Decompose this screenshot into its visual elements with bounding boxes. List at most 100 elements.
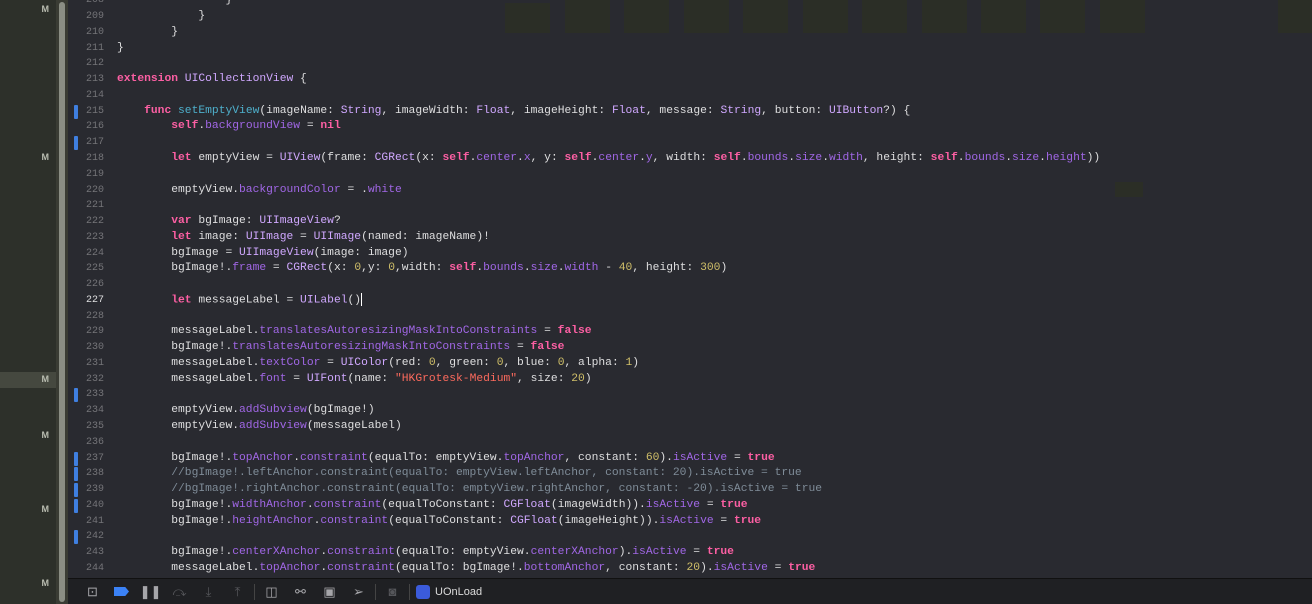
code-line[interactable]: 238 //bgImage!.leftAnchor.constraint(equ…	[68, 466, 1312, 482]
code-line[interactable]: 229 messageLabel.translatesAutoresizingM…	[68, 324, 1312, 340]
breakpoints-toggle-icon[interactable]	[107, 582, 136, 602]
code-line[interactable]: 214	[68, 88, 1312, 104]
property: topAnchor	[232, 451, 294, 464]
line-number: 223	[85, 231, 104, 243]
code-line[interactable]: 216 self.backgroundView = nil	[68, 119, 1312, 135]
property: translatesAutoresizingMaskIntoConstraint…	[232, 341, 511, 354]
keyword: let	[171, 294, 192, 307]
nav-row[interactable]: M	[0, 428, 56, 444]
code-line[interactable]: 237 bgImage!.topAnchor.constraint(equalT…	[68, 451, 1312, 467]
file-navigator: M M M M M M	[0, 0, 56, 604]
code-line[interactable]: 218 let emptyView = UIView(frame: CGRect…	[68, 151, 1312, 167]
line-number: 229	[85, 326, 104, 338]
type-name: UIButton	[828, 104, 884, 117]
code-line[interactable]: 235 emptyView.addSubview(messageLabel)	[68, 419, 1312, 435]
nav-row-selected[interactable]: M	[0, 372, 56, 388]
hide-debug-area-icon[interactable]: ⊡	[78, 582, 107, 602]
line-number: 217	[85, 137, 104, 149]
divider	[375, 583, 376, 600]
line-number: 226	[85, 279, 104, 291]
code-line[interactable]: 208 }	[68, 0, 1312, 9]
code-line[interactable]: 234 emptyView.addSubview(bgImage!)	[68, 403, 1312, 419]
line-text: }	[117, 0, 233, 7]
code-line[interactable]: 228	[68, 309, 1312, 325]
code-line[interactable]: 226	[68, 277, 1312, 293]
memory-graph-icon[interactable]: ⚯	[286, 582, 315, 602]
keyword: self	[564, 151, 592, 164]
property: translatesAutoresizingMaskIntoConstraint…	[259, 325, 538, 338]
step-over-icon[interactable]: ⤼	[165, 582, 194, 602]
code-editor[interactable]: 208 } 209 } 210 } 211} 212 213 extension UICol…	[68, 0, 1312, 578]
code-line[interactable]: 219	[68, 167, 1312, 183]
step-out-icon[interactable]: ⤒	[223, 582, 252, 602]
code-line[interactable]: 224 bgImage = UIImageView(image: image)	[68, 246, 1312, 262]
line-number: 224	[85, 247, 104, 259]
line-number: 228	[85, 310, 104, 322]
line-number: 209	[85, 11, 104, 23]
code-line[interactable]: 215 func setEmptyView(imageName: String,…	[68, 104, 1312, 120]
line-number: 216	[85, 121, 104, 133]
property: topAnchor	[259, 561, 321, 574]
line-number: 234	[85, 405, 104, 417]
property: addSubview	[239, 419, 307, 432]
type-name: UIFont	[306, 372, 348, 385]
type-name: CGRect	[286, 262, 328, 275]
code-line[interactable]: 222 var bgImage: UIImageView?	[68, 214, 1312, 230]
code-line[interactable]: 223 let image: UIImage = UIImage(named: …	[68, 230, 1312, 246]
code-line[interactable]: 233	[68, 387, 1312, 403]
line-text: var bgImage: UIImageView?	[171, 215, 341, 228]
number-literal: 20	[571, 372, 585, 385]
keyword: true	[706, 546, 734, 559]
number-literal: 0	[557, 356, 565, 369]
line-text: emptyView.addSubview(messageLabel)	[117, 419, 402, 432]
code-line[interactable]: 244 messageLabel.topAnchor.constraint(eq…	[68, 561, 1312, 577]
code-line[interactable]: 227 let messageLabel = UILabel()	[68, 292, 1312, 309]
camera-icon[interactable]: ◙	[378, 582, 407, 602]
code-line[interactable]: 239 //bgImage!.rightAnchor.constraint(eq…	[68, 482, 1312, 498]
nav-row[interactable]: M	[0, 150, 56, 166]
scheme-selector[interactable]: UOnLoad	[416, 584, 482, 599]
code-line[interactable]: 209 }	[68, 9, 1312, 25]
code-line[interactable]: 225 bgImage!.frame = CGRect(x: 0,y: 0,wi…	[68, 261, 1312, 277]
code-line[interactable]: 212	[68, 56, 1312, 72]
type-name: String	[720, 104, 762, 117]
environment-overrides-icon[interactable]: ▣	[315, 582, 344, 602]
type-name: CGFloat	[503, 498, 551, 511]
code-line[interactable]: 230 bgImage!.translatesAutoresizingMaskI…	[68, 340, 1312, 356]
code-line[interactable]: 241 bgImage!.heightAnchor.constraint(equ…	[68, 514, 1312, 530]
code-line[interactable]: 231 messageLabel.textColor = UIColor(red…	[68, 356, 1312, 372]
code-line[interactable]: 236	[68, 435, 1312, 451]
step-into-icon[interactable]: ⤓	[194, 582, 223, 602]
line-text: bgImage!.widthAnchor.constraint(equalToC…	[117, 498, 748, 511]
line-text: messageLabel.translatesAutoresizingMaskI…	[117, 325, 592, 338]
property: size	[795, 151, 823, 164]
nav-row[interactable]: M	[0, 2, 56, 18]
nav-row[interactable]: M	[0, 576, 56, 592]
code-line[interactable]: 213 extension UICollectionView {	[68, 72, 1312, 88]
code-line[interactable]: 242	[68, 529, 1312, 545]
line-number: 225	[85, 263, 104, 275]
line-number: 237	[85, 452, 104, 464]
line-number: 233	[85, 389, 104, 401]
code-line[interactable]: 240 bgImage!.widthAnchor.constraint(equa…	[68, 498, 1312, 514]
code-line[interactable]: 232 messageLabel.font = UIFont(name: "HK…	[68, 372, 1312, 388]
pause-icon[interactable]: ❚❚	[136, 582, 165, 602]
code-line[interactable]: 243 bgImage!.centerXAnchor.constraint(eq…	[68, 545, 1312, 561]
view-hierarchy-icon[interactable]: ◫	[257, 582, 286, 602]
code-line[interactable]: 221	[68, 198, 1312, 214]
type-name: Float	[611, 104, 646, 117]
number-literal: 0	[496, 356, 504, 369]
code-line[interactable]: 210 }	[68, 25, 1312, 41]
nav-row[interactable]: M	[0, 502, 56, 518]
line-text: let emptyView = UIView(frame: CGRect(x: …	[171, 151, 1101, 164]
type-name: CGRect	[374, 151, 416, 164]
code-line[interactable]: 217	[68, 135, 1312, 151]
line-number: 212	[85, 58, 104, 70]
modified-badge: M	[41, 578, 50, 588]
code-line[interactable]: 211}	[68, 41, 1312, 57]
simulate-location-icon[interactable]: ➢	[344, 582, 373, 602]
line-text: bgImage!.centerXAnchor.constraint(equalT…	[117, 546, 734, 559]
navigator-scroll-thumb[interactable]	[59, 2, 65, 602]
code-line[interactable]: 220 emptyView.backgroundColor = .white	[68, 183, 1312, 199]
keyword: self	[449, 262, 477, 275]
